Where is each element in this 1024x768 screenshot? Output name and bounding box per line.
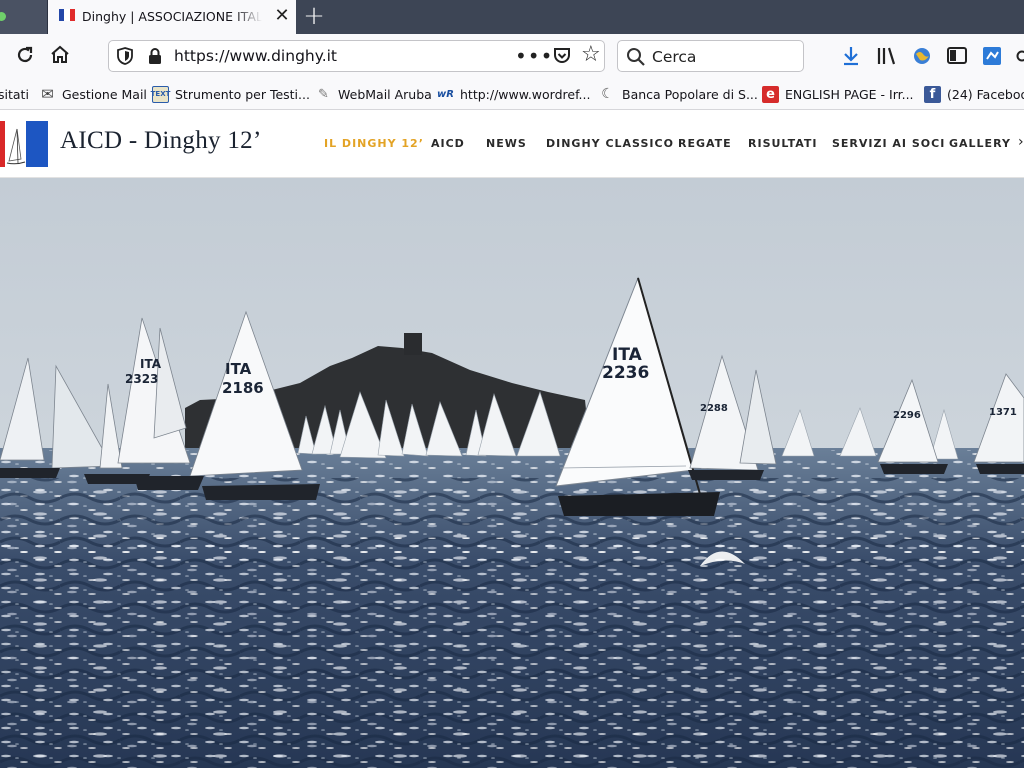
reload-icon[interactable] (12, 42, 38, 68)
new-tab-button[interactable]: + (298, 2, 330, 32)
sail-number: 2323 (125, 372, 158, 386)
mail-icon: ✉ (41, 85, 54, 103)
sidebar-icon[interactable] (946, 44, 968, 68)
text-tool-icon: TEXT (151, 85, 170, 103)
sail-number: ITA (225, 360, 252, 378)
tab-status-icon (0, 12, 6, 21)
bookmark-item[interactable]: wR http://www.wordref... (437, 84, 590, 104)
bookmark-label: ENGLISH PAGE - Irr... (785, 86, 914, 102)
bookmark-label: Strumento per Testi... (175, 86, 310, 102)
sail-number: 2288 (700, 403, 728, 414)
aicd-logo[interactable] (0, 121, 50, 167)
bookmark-star-icon[interactable]: ☆ (581, 42, 601, 67)
bookmark-item[interactable]: sitati (0, 84, 29, 104)
url-text[interactable]: https://www.dinghy.it (174, 47, 337, 65)
bookmark-item[interactable]: ✎ WebMail Aruba (315, 84, 432, 104)
menu-item-aicd[interactable]: AICD (431, 137, 465, 150)
bookmark-label: http://www.wordref... (460, 86, 591, 102)
sail-number: ITA (140, 357, 162, 371)
bookmark-label: Gestione Mail (62, 86, 147, 102)
tab-title: Dinghy | ASSOCIAZIONE ITALIANA (82, 9, 262, 24)
bookmarks-toolbar: sitati ✉ Gestione Mail TEXT Strumento pe… (0, 78, 1024, 110)
lock-icon[interactable] (147, 47, 163, 65)
library-icon[interactable] (876, 44, 898, 68)
tab-previous[interactable] (0, 0, 48, 34)
facebook-icon: f (924, 85, 941, 103)
france-flag-favicon-icon (59, 9, 75, 21)
hero-image: ITA 2323 ITA 2186 ITA 2236 2288 2296 137… (0, 178, 1024, 768)
bank-icon: ☾ (601, 86, 614, 102)
tab-strip: Dinghy | ASSOCIAZIONE ITALIANA ✕ + (0, 0, 1024, 34)
home-icon[interactable] (47, 42, 73, 68)
webmail-icon: ✎ (318, 86, 329, 102)
menu-item-dinghy-classico[interactable]: DINGHY CLASSICO (546, 137, 674, 150)
page-actions-icon[interactable]: ••• (515, 44, 553, 68)
download-icon[interactable] (840, 44, 862, 68)
navigation-bar: https://www.dinghy.it ••• ☆ Cerca (0, 34, 1024, 78)
tab-active[interactable]: Dinghy | ASSOCIAZIONE ITALIANA ✕ (48, 0, 296, 34)
menu-item-gallery[interactable]: GALLERY (949, 137, 1011, 150)
englishpage-icon: e (762, 85, 779, 103)
close-tab-icon[interactable]: ✕ (270, 4, 294, 28)
shield-icon[interactable] (115, 46, 135, 66)
menu-item-servizi-ai-soci[interactable]: SERVIZI AI SOCI (832, 137, 945, 150)
bookmark-label: Banca Popolare di S... (622, 86, 758, 102)
regatta-photo: ITA 2323 ITA 2186 ITA 2236 2288 2296 137… (0, 178, 1024, 768)
menu-item-il-dinghy[interactable]: IL DINGHY 12’ (324, 137, 424, 150)
menu-item-news[interactable]: NEWS (486, 137, 527, 150)
extension-globe-icon[interactable] (911, 44, 933, 68)
sail-number: 2296 (893, 410, 921, 421)
sail-number: ITA (612, 345, 643, 365)
sail-number: 2236 (602, 363, 649, 383)
bookmark-item[interactable]: ☾ Banca Popolare di S... (599, 84, 758, 104)
menu-item-risultati[interactable]: RISULTATI (748, 137, 818, 150)
bookmark-item[interactable]: e ENGLISH PAGE - Irr... (762, 84, 914, 104)
search-bar[interactable]: Cerca (617, 40, 804, 72)
bookmark-label: (24) Faceboo (947, 86, 1024, 102)
wordreference-icon: wR (437, 88, 454, 100)
pocket-icon[interactable] (552, 46, 572, 66)
bookmark-label: sitati (0, 86, 29, 102)
sail-number: 2186 (222, 379, 264, 397)
menu-item-regate[interactable]: REGATE (678, 137, 732, 150)
site-title[interactable]: AICD - Dinghy 12’ (60, 127, 262, 155)
bookmark-label: WebMail Aruba (338, 86, 432, 102)
url-bar[interactable]: https://www.dinghy.it ••• ☆ (108, 40, 605, 72)
bookmark-item[interactable]: ✉ Gestione Mail (39, 84, 147, 104)
sail-number: 1371 (989, 407, 1017, 418)
menu-more-icon[interactable]: › (1018, 134, 1024, 150)
site-header: AICD - Dinghy 12’ IL DINGHY 12’ AICD NEW… (0, 110, 1024, 178)
search-input[interactable]: Cerca (652, 48, 696, 66)
search-icon (626, 47, 646, 67)
bookmark-item[interactable]: TEXT Strumento per Testi... (151, 84, 310, 104)
screenshot-extension-icon[interactable] (981, 44, 1003, 68)
bookmark-item[interactable]: f (24) Faceboo (924, 84, 1024, 104)
extension-overflow-icon[interactable] (1015, 44, 1024, 68)
